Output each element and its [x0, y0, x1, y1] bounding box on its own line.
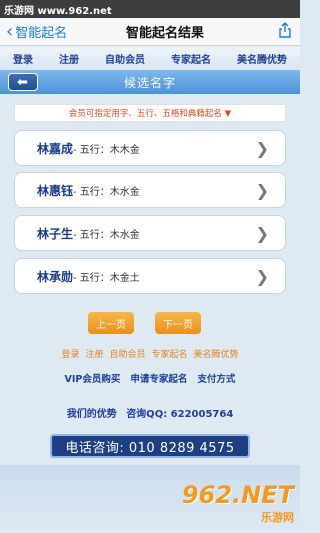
chevron-right-icon: ❯ — [255, 180, 269, 200]
list-item[interactable]: 林嘉成 - 五行：木木金 ❯ — [14, 130, 286, 166]
candidate-name: 林嘉成 — [37, 141, 74, 156]
page-title: 智能起名结果 — [125, 26, 204, 41]
top-links: 登录 注册 自助会员 专家起名 美名腾优势 — [0, 47, 300, 69]
next-page-button[interactable]: 下一页 — [155, 312, 201, 334]
footer-link-expert[interactable]: 专家起名 — [152, 347, 188, 360]
watermark-top: 乐游网 www.962.net — [0, 0, 300, 18]
list-item[interactable]: 林子生 - 五行：木水金 ❯ — [14, 215, 286, 251]
arrow-left-icon[interactable]: ⬅ — [8, 73, 38, 91]
chevron-right-icon: ❯ — [255, 223, 269, 243]
chevron-right-icon: ❯ — [255, 266, 269, 286]
candidate-name: 林子生 — [37, 226, 74, 241]
list-item[interactable]: 林惠钰 - 五行：木水金 ❯ — [14, 172, 286, 208]
footer-link-payment[interactable]: 支付方式 — [197, 371, 235, 385]
footer-link-member[interactable]: 自助会员 — [109, 347, 145, 360]
prev-page-button[interactable]: 上一页 — [88, 312, 134, 334]
chevron-right-icon: ❯ — [255, 138, 269, 158]
top-link-login[interactable]: 登录 — [13, 51, 33, 66]
candidate-name: 林惠钰 — [37, 183, 74, 198]
share-icon[interactable] — [270, 21, 300, 42]
list-item[interactable]: 林承勋 - 五行：木金土 ❯ — [14, 258, 286, 294]
section-title-bar: ⬅ 候选名字 — [0, 70, 300, 94]
qq-contact: 咨询QQ: 622005764 — [126, 409, 234, 420]
footer-link-register[interactable]: 注册 — [85, 347, 103, 360]
candidate-wuxing: - 五行：木木金 — [73, 144, 140, 156]
watermark-logo-text: 962.NET — [181, 481, 294, 509]
watermark-logo-subtext: 乐游网 — [261, 511, 294, 524]
candidate-wuxing: - 五行：木水金 — [73, 229, 140, 241]
footer-link-apply-expert[interactable]: 申请专家起名 — [130, 371, 187, 385]
footer-link-vip[interactable]: VIP会员购买 — [65, 371, 121, 385]
chevron-left-icon: ‹ — [6, 20, 14, 42]
candidate-name: 林承勋 — [37, 269, 74, 284]
advantage-label[interactable]: 我们的优势 — [67, 409, 117, 420]
top-link-expert[interactable]: 专家起名 — [171, 51, 211, 66]
member-notice[interactable]: 会员可指定用字、五行、五格和典籍起名 ▼ — [14, 104, 286, 122]
candidate-wuxing: - 五行：木金土 — [73, 272, 140, 284]
top-link-register[interactable]: 注册 — [59, 51, 79, 66]
footer-link-login[interactable]: 登录 — [61, 347, 79, 360]
top-link-advantage[interactable]: 美名腾优势 — [237, 51, 287, 66]
footer-links: 登录 注册 自助会员 专家起名 美名腾优势 — [0, 347, 300, 360]
footer-links-secondary: VIP会员购买 申请专家起名 支付方式 — [0, 371, 300, 385]
candidate-wuxing: - 五行：木水金 — [73, 186, 140, 198]
top-link-member[interactable]: 自助会员 — [105, 51, 145, 66]
footer-link-advantage[interactable]: 美名腾优势 — [194, 347, 239, 360]
advantage-line: 我们的优势 咨询QQ: 622005764 — [0, 405, 300, 420]
navigation-bar: ‹ 智能起名 智能起名结果 — [0, 18, 300, 46]
watermark-logo: 962.NET 乐游网 — [154, 478, 294, 528]
phone-consult-button[interactable]: 电话咨询: 010 8289 4575 — [50, 434, 250, 458]
section-title: 候选名字 — [123, 75, 176, 90]
